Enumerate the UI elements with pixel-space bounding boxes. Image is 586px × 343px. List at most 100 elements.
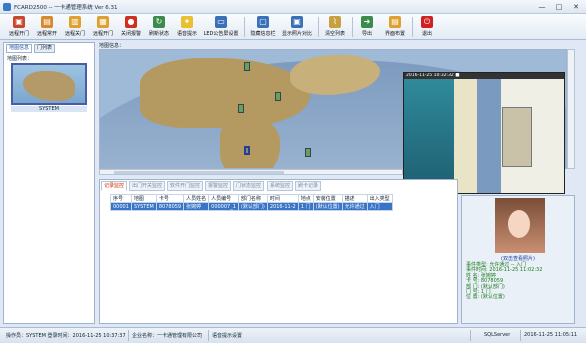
camera-wall	[404, 79, 454, 193]
hide-panel-icon: ▢	[257, 16, 269, 28]
tab-door-status-monitor[interactable]: 门状态监控	[233, 181, 265, 191]
column-header[interactable]: 部门名称	[237, 194, 268, 203]
toolbar-button[interactable]: ▣ 远程开门	[6, 15, 32, 39]
table-cell: 入门	[366, 202, 393, 211]
column-header[interactable]: 序号	[110, 194, 132, 203]
minimize-button[interactable]: —	[534, 2, 550, 12]
map-thumbnail-caption: SYSTEM	[11, 106, 87, 112]
bulb-icon: ✦	[181, 16, 193, 28]
toolbar-button[interactable]: ▦ 远程开门	[90, 15, 116, 39]
tab-card-records[interactable]: 刷卡记录	[295, 181, 322, 191]
camera-timestamp: 2016-11-25 10:32:32 ■	[406, 73, 460, 78]
status-separator	[470, 330, 471, 341]
door-pin[interactable]	[275, 92, 281, 101]
status-operator: 操作员：SYSTEM 登录时间：2016-11-25 10:37:37	[6, 333, 126, 339]
status-separator	[128, 330, 129, 341]
remote-open-icon: ▦	[97, 16, 109, 28]
window-title: FCARD2500 -- 一卡通管理系统 Ver 6.31	[14, 5, 118, 11]
maximize-button[interactable]: □	[551, 2, 567, 12]
toolbar-button[interactable]: ↻ 刷新状态	[146, 15, 172, 39]
status-voice[interactable]: 语音提示设置	[212, 332, 242, 339]
tab-exit-switch-monitor[interactable]: 出门开关监控	[129, 181, 166, 191]
view-photo-link[interactable]: (双击查看照片)	[462, 255, 574, 262]
face	[508, 210, 530, 238]
export-icon: ➜	[361, 16, 373, 28]
photo-panel: (双击查看照片) 事件类型: 允许通过 -- 入门 事件时间: 2016-11-…	[461, 195, 575, 324]
led-screen-icon: ▭	[215, 16, 227, 28]
door-pin[interactable]	[305, 148, 311, 157]
table-cell: SYSTEM	[130, 202, 157, 211]
toolbar-button[interactable]: ▢ 隐藏信息栏	[248, 15, 278, 39]
tab-map-info[interactable]: 地图信息	[6, 44, 33, 53]
column-header[interactable]: 人员姓名	[183, 194, 210, 203]
scrollbar-thumb[interactable]	[114, 171, 284, 174]
map-land	[220, 120, 280, 168]
table-cell: 允许通过	[341, 202, 368, 211]
tab-alarm-monitor[interactable]: 报警监控	[205, 181, 232, 191]
toolbar-button[interactable]: ⏻ 退出	[416, 15, 438, 39]
map-horizontal-scrollbar[interactable]	[99, 169, 403, 175]
event-info: 事件类型: 允许通过 -- 入门 事件时间: 2016-11-25 11:02:…	[466, 262, 542, 301]
status-bar: 操作员：SYSTEM 登录时间：2016-11-25 10:37:37 企业名称…	[0, 327, 586, 343]
broom-icon: ⌇	[329, 16, 341, 28]
toolbar-button[interactable]: ● 关闭报警	[118, 15, 144, 39]
photo-compare-icon: ▣	[291, 16, 303, 28]
open-door-icon: ▣	[13, 16, 25, 28]
column-header[interactable]: 地图	[130, 194, 157, 203]
column-header[interactable]: 出入类型	[366, 194, 393, 203]
map-vertical-scrollbar[interactable]	[567, 49, 575, 169]
door-pin[interactable]	[238, 104, 244, 113]
alarm-off-icon: ●	[125, 16, 137, 28]
toolbar-button[interactable]: ⌇ 清空列表	[322, 15, 348, 39]
map-label: 地图信息：	[99, 43, 125, 49]
column-header[interactable]: 描述	[341, 194, 368, 203]
status-clock: 2016-11-25 11:05:11	[524, 332, 578, 338]
table-cell: 2016-11-2	[266, 202, 299, 211]
door-pin[interactable]	[244, 62, 250, 71]
table-cell: 8078059	[155, 202, 185, 211]
column-header[interactable]: 安装位置	[312, 194, 343, 203]
info-location: 位 置: (默认位置)	[466, 294, 505, 301]
tab-record-monitor[interactable]: 记录监控	[101, 181, 128, 191]
person-photo[interactable]	[495, 198, 545, 253]
toolbar-button[interactable]: ▤ 远程常开	[34, 15, 60, 39]
toolbar: ▣ 远程开门 ▤ 远程常开 ▥ 远程关门 ▦ 远程开门 ● 关闭报警 ↻ 刷新状态 ✦ 语音提…	[0, 14, 586, 40]
toolbar-button[interactable]: ▤ 界面布置	[382, 15, 408, 39]
title-bar: FCARD2500 -- 一卡通管理系统 Ver 6.31 — □ ✕	[0, 0, 586, 14]
always-open-icon: ▤	[41, 16, 53, 28]
status-company: 企业名称：一卡通管理有限公司	[132, 333, 203, 339]
table-cell: 00001	[110, 202, 132, 211]
map-list-label: 地图列表：	[7, 56, 33, 62]
left-panel: 地图信息 门列表 地图列表： SYSTEM	[3, 42, 95, 324]
status-server: SQLServer	[484, 332, 511, 338]
refresh-status-icon: ↻	[153, 16, 165, 28]
camera-door	[502, 107, 532, 167]
toolbar-button[interactable]: ▭ LED公告屏设置	[202, 15, 240, 39]
exit-icon: ⏻	[421, 16, 433, 28]
toolbar-separator	[352, 17, 353, 37]
table-row[interactable]: 00001 SYSTEM 8078059 张婉婷 000007_1 (默认部门)…	[110, 202, 393, 211]
table-header: 序号 地图 卡号 人员姓名 人员编号 部门名称 时间 地点 安装位置 描述 出入…	[110, 194, 393, 203]
column-header[interactable]: 人员编号	[208, 194, 239, 203]
toolbar-button[interactable]: ▥ 远程关门	[62, 15, 88, 39]
thumbnail-land	[23, 71, 75, 101]
camera-scene	[404, 79, 564, 193]
toolbar-button[interactable]: ▣ 显示照片对比	[280, 15, 314, 39]
status-separator	[208, 330, 209, 341]
map-thumbnail[interactable]	[11, 63, 87, 105]
column-header[interactable]: 时间	[266, 194, 299, 203]
column-header[interactable]: 卡号	[155, 194, 185, 203]
toolbar-separator	[318, 17, 319, 37]
table-cell: (默认位置)	[312, 202, 343, 211]
toolbar-button[interactable]: ✦ 语音提示	[174, 15, 200, 39]
tab-door-list[interactable]: 门列表	[34, 44, 56, 53]
tab-software-open-monitor[interactable]: 软件开门监控	[167, 181, 204, 191]
toolbar-button[interactable]: ➜ 导出	[356, 15, 378, 39]
column-header[interactable]: 地点	[297, 194, 314, 203]
tab-system-monitor[interactable]: 系统监控	[267, 181, 294, 191]
door-pin-selected[interactable]	[244, 146, 250, 155]
toolbar-separator	[244, 17, 245, 37]
layout-icon: ▤	[389, 16, 401, 28]
close-door-icon: ▥	[69, 16, 81, 28]
close-button[interactable]: ✕	[568, 2, 584, 12]
